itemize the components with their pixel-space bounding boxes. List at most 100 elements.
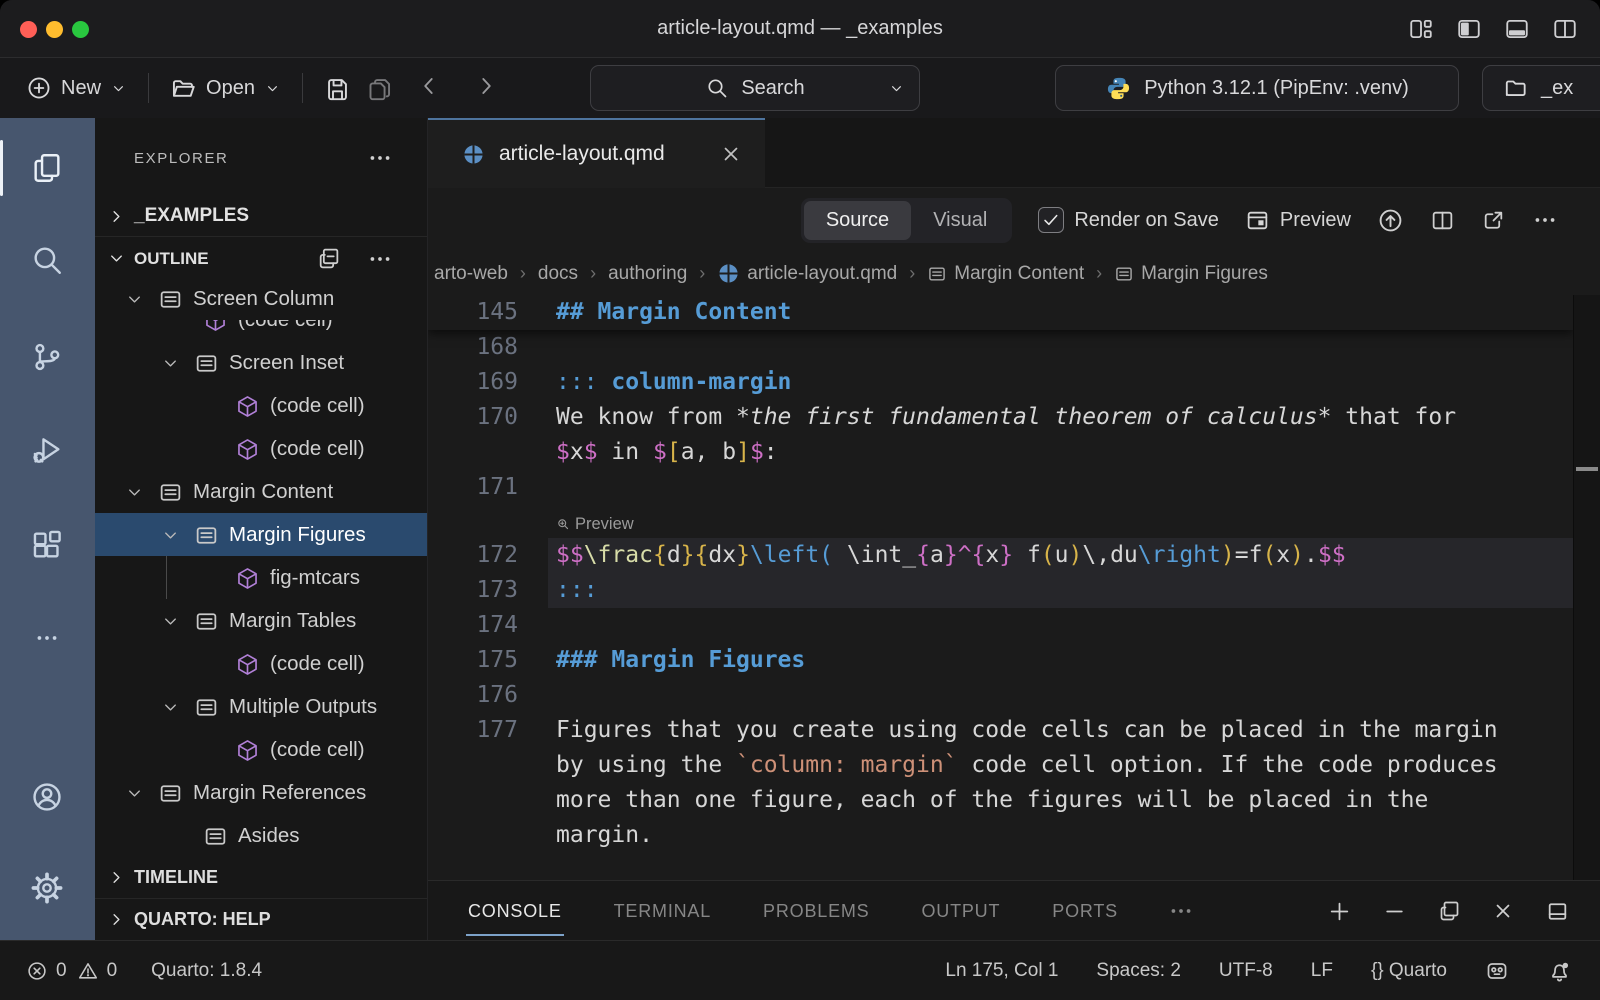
code-line-176[interactable]: 176 [428,678,1573,713]
code-line-wrap[interactable]: more than one figure, each of the figure… [428,783,1573,818]
code-line-168[interactable]: 168 [428,330,1573,365]
code-line-172[interactable]: 172$$\frac{d}{dx}\left( \int_{a}^{x} f(u… [428,538,1573,573]
code-line-177[interactable]: 177Figures that you create using code ce… [428,713,1573,748]
outline-item--code-cell-[interactable]: (code cell) [95,642,427,685]
sidebar-section-examples[interactable]: _EXAMPLES [95,196,427,237]
editor-scrollbar[interactable] [1573,295,1600,880]
code-line-173[interactable]: 173::: [428,573,1573,608]
chevron-down-icon[interactable] [888,80,905,97]
open-button[interactable]: Open [170,75,281,102]
sidebar-section-outline[interactable]: OUTLINE [95,240,427,277]
preview-button[interactable]: Preview [1245,208,1351,233]
outline-item-margin-content[interactable]: Margin Content [95,470,427,513]
workspace-folder-button[interactable]: _ex [1482,65,1600,111]
outline-item-margin-references[interactable]: Margin References [95,771,427,814]
split-editor-icon[interactable] [1430,208,1455,233]
restore-icon[interactable] [1437,899,1461,923]
source-mode-button[interactable]: Source [804,201,911,240]
status-item-utf-8[interactable]: UTF-8 [1219,960,1273,982]
preview-codelens[interactable]: Preview [556,510,634,538]
outline-item-screen-column[interactable]: Screen Column [95,277,427,320]
problems-warnings[interactable]: 0 [77,960,118,982]
quarto-file-icon [462,143,485,166]
outline-item-multiple-outputs[interactable]: Multiple Outputs [95,685,427,728]
visual-mode-button[interactable]: Visual [911,201,1009,240]
outline-item--code-cell-[interactable]: (code cell) [95,728,427,771]
activity-bar-item-files[interactable] [22,143,72,193]
save-all-button[interactable] [366,75,393,102]
navigate-forward-button[interactable] [473,73,499,104]
panel-left-icon[interactable] [1456,16,1482,42]
section-symbol-icon [1114,264,1134,284]
outline-item-screen-inset[interactable]: Screen Inset [95,341,427,384]
code-line-175[interactable]: 175### Margin Figures [428,643,1573,678]
more-actions-icon[interactable] [367,246,393,272]
breadcrumb-item[interactable]: Margin Figures [1114,263,1268,285]
code-line-wrap[interactable]: by using the `column: margin` code cell … [428,748,1573,783]
activity-bar-item-extensions[interactable] [22,520,72,570]
code-line-174[interactable]: 174 [428,608,1573,643]
activity-bar-item-more[interactable] [22,613,72,663]
status-bell-dot-icon[interactable] [1547,959,1572,984]
panel-bottom-icon[interactable] [1504,16,1530,42]
code-line-169[interactable]: 169::: column-margin [428,365,1573,400]
panel-tab-output[interactable]: OUTPUT [919,887,1002,936]
sidebar-section-timeline[interactable]: TIMELINE [95,856,427,898]
new-button[interactable]: New [26,75,127,101]
publish-icon[interactable] [1377,207,1404,234]
breadcrumb-item[interactable]: docs [538,263,578,285]
collapse-all-icon[interactable] [316,246,341,271]
split-editor-icon[interactable] [1552,16,1578,42]
problems-errors[interactable]: 0 [26,960,67,982]
search-input[interactable]: Search [590,65,920,111]
outline-item-margin-figures[interactable]: Margin Figures [95,513,427,556]
breadcrumb-item[interactable]: arto-web [434,263,508,285]
outline-item-asides[interactable]: Asides [95,814,427,857]
code-line-wrap[interactable]: $x$ in $[a, b]$: [428,435,1573,470]
outline-item-label: (code cell) [270,642,365,685]
status-feedback-icon[interactable] [1485,959,1509,983]
more-actions-icon[interactable] [1168,898,1194,924]
panel-tab-terminal[interactable]: TERMINAL [612,887,713,936]
interpreter-selector[interactable]: Python 3.12.1 (PipEnv: .venv) [1055,65,1459,111]
close-icon[interactable] [719,142,743,166]
render-on-save-checkbox[interactable]: Render on Save [1038,207,1219,233]
code-line-145[interactable]: 145## Margin Content [428,295,1573,330]
quarto-version[interactable]: Quarto: 1.8.4 [151,960,262,982]
panel-tab-problems[interactable]: PROBLEMS [761,887,871,936]
more-actions-icon[interactable] [1532,207,1558,233]
panel-tab-ports[interactable]: PORTS [1050,887,1120,936]
close-icon[interactable] [1491,899,1515,923]
status-item-spaces-2[interactable]: Spaces: 2 [1096,960,1181,982]
status-item-lf[interactable]: LF [1311,960,1333,982]
breadcrumb-item[interactable]: article-layout.qmd [717,262,897,285]
activity-bar-item-search[interactable] [22,235,72,285]
panel-rect-icon[interactable] [1545,899,1570,924]
panel-tab-console[interactable]: CONSOLE [466,887,564,936]
code-line-171[interactable]: 171 [428,470,1573,505]
code-line-wrap[interactable]: margin. [428,818,1573,853]
outline-item--code-cell-[interactable]: (code cell) [95,427,427,470]
open-external-icon[interactable] [1481,208,1506,233]
activity-bar-item-debug[interactable] [22,425,72,475]
outline-item--code-cell-[interactable]: (code cell) [95,384,427,427]
status-item-ln-175-col-1[interactable]: Ln 175, Col 1 [945,960,1058,982]
minus-icon[interactable] [1382,899,1407,924]
plus-icon[interactable] [1327,899,1352,924]
outline-item-fig-mtcars[interactable]: fig-mtcars [95,556,427,599]
more-actions-icon[interactable] [367,145,393,171]
breadcrumb-item[interactable]: authoring [608,263,687,285]
activity-bar-item-source-control[interactable] [22,332,72,382]
customize-layout-icon[interactable] [1408,16,1434,42]
code-editor[interactable]: 145## Margin Content168169::: column-mar… [428,295,1573,880]
tab-article-layout[interactable]: article-layout.qmd [428,118,765,188]
navigate-back-button[interactable] [416,73,442,104]
code-line-170[interactable]: 170We know from *the first fundamental t… [428,400,1573,435]
save-button[interactable] [324,75,351,102]
activity-bar-item-settings[interactable] [22,863,72,913]
sidebar-section-quarto-help[interactable]: QUARTO: HELP [95,898,427,940]
outline-item-margin-tables[interactable]: Margin Tables [95,599,427,642]
status-item--quarto[interactable]: {} Quarto [1371,960,1447,982]
activity-bar-item-account[interactable] [22,772,72,822]
breadcrumb-item[interactable]: Margin Content [927,263,1084,285]
